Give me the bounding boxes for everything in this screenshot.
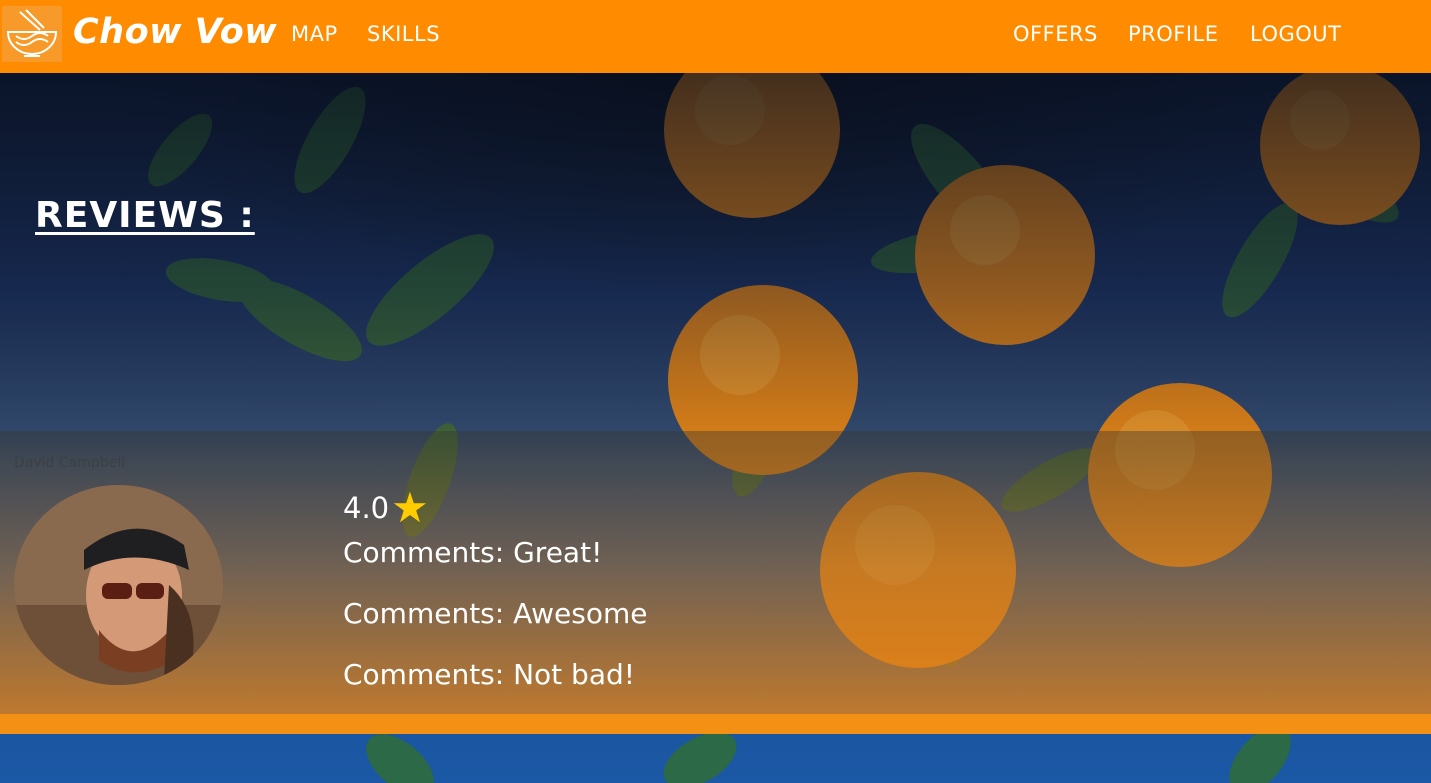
review-comment: Comments: Awesome [343, 597, 648, 630]
review-rating: 4.0 ★ [343, 487, 429, 529]
page: Chow Vow MAP SKILLS OFFERS PROFILE LOGOU… [0, 0, 1431, 783]
review-card-footer [0, 714, 1431, 734]
navbar: Chow Vow MAP SKILLS OFFERS PROFILE LOGOU… [0, 0, 1431, 73]
avatar [14, 485, 223, 685]
review-comment: Comments: Not bad! [343, 658, 635, 691]
nav-logout[interactable]: LOGOUT [1250, 22, 1341, 46]
dark-overlay [0, 73, 1431, 431]
review-comment: Comments: Great! [343, 536, 603, 569]
rating-value: 4.0 [343, 491, 390, 525]
noodle-bowl-icon[interactable] [2, 6, 62, 62]
nav-map[interactable]: MAP [291, 22, 338, 46]
star-icon: ★ [391, 483, 429, 532]
reviewer-name: David Campbell [14, 455, 126, 471]
brand-name[interactable]: Chow Vow [73, 12, 277, 52]
nav-skills[interactable]: SKILLS [367, 22, 440, 46]
page-title: REVIEWS : [35, 195, 255, 236]
nav-offers[interactable]: OFFERS [1013, 22, 1098, 46]
nav-profile[interactable]: PROFILE [1128, 22, 1219, 46]
